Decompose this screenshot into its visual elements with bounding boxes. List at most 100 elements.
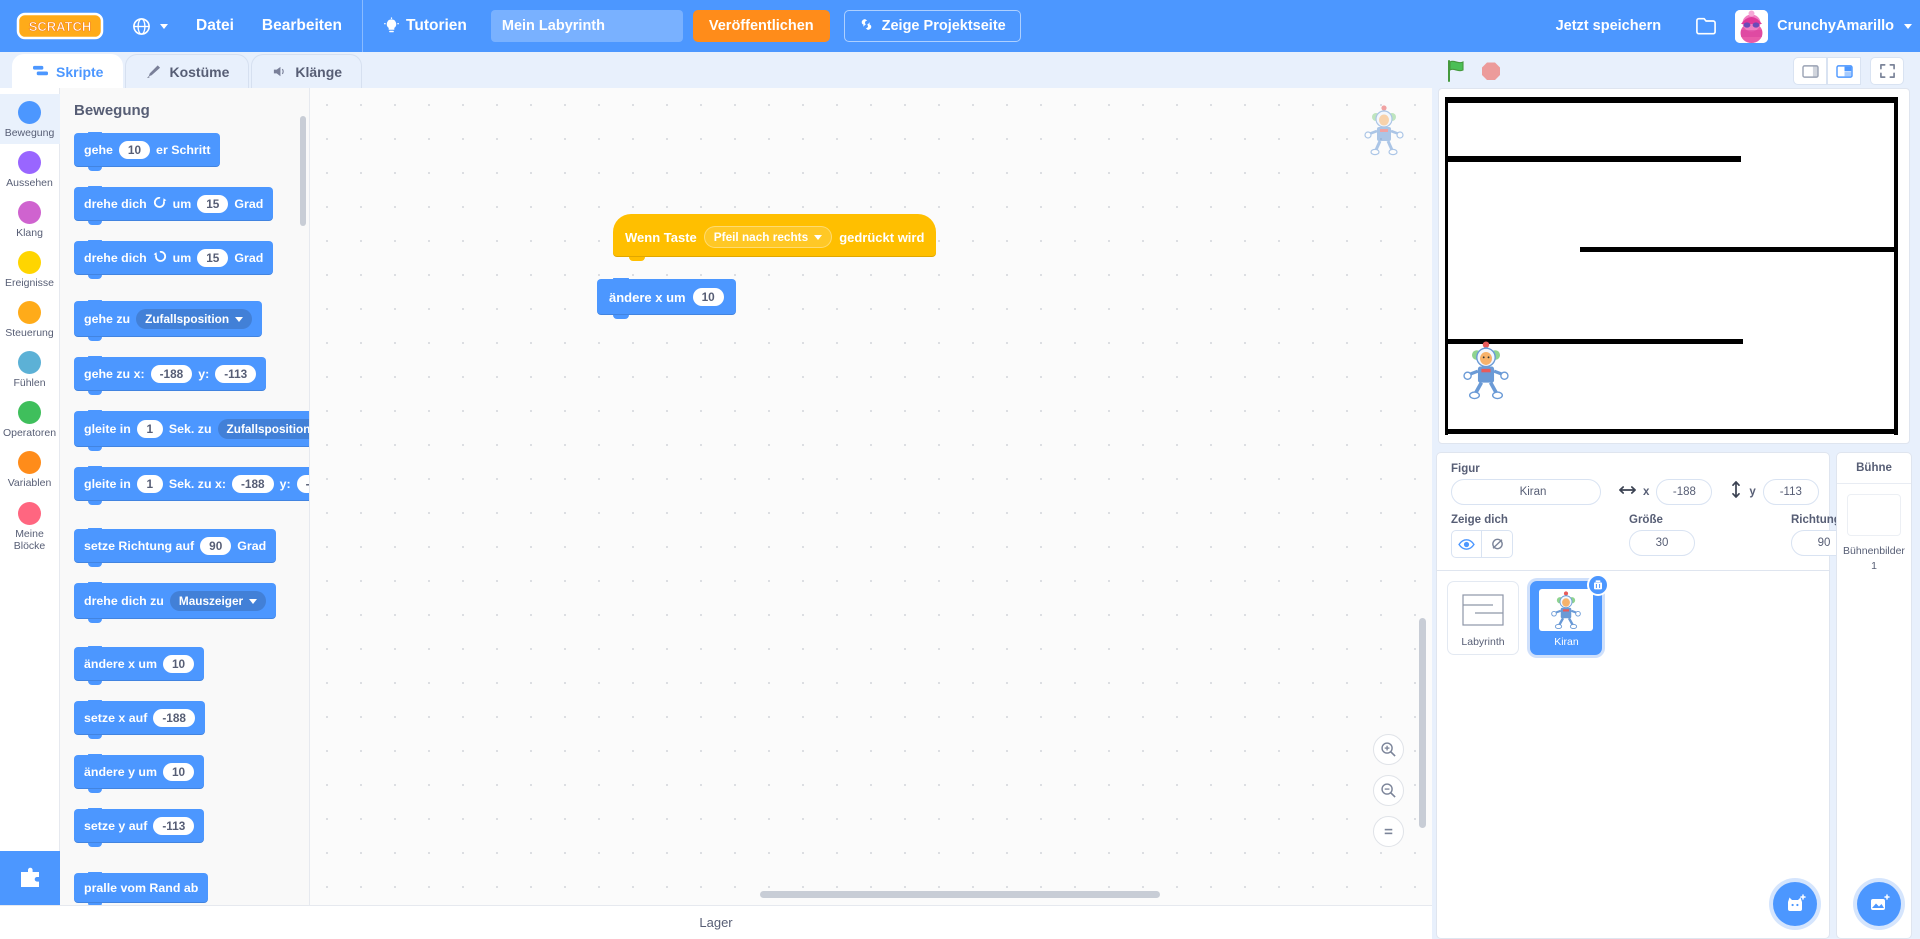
- palette-block-point-towards[interactable]: drehe dich zu Mauszeiger: [74, 582, 277, 623]
- add-sprite-button[interactable]: [1773, 882, 1817, 926]
- zoom-in-button[interactable]: [1373, 734, 1404, 765]
- category-operatoren[interactable]: Operatoren: [0, 394, 60, 444]
- category-fuehlen[interactable]: Fühlen: [0, 344, 60, 394]
- turn-right-icon: [153, 196, 167, 211]
- hide-sprite-button[interactable]: [1482, 530, 1513, 558]
- category-steuerung[interactable]: Steuerung: [0, 294, 60, 344]
- project-page-button[interactable]: Zeige Projektseite: [843, 10, 1021, 42]
- block-input[interactable]: -188: [153, 709, 195, 727]
- sprite-item-labyrinth[interactable]: Labyrinth: [1447, 581, 1519, 655]
- palette-block-set-x[interactable]: setze x auf -188: [74, 700, 205, 739]
- block-input[interactable]: 15: [197, 249, 229, 267]
- palette-block-glidexy[interactable]: gleite in 1 Sek. zu x: -188 y: -113: [74, 466, 309, 505]
- palette-block-gotoxy[interactable]: gehe zu x: -188 y: -113: [74, 356, 267, 395]
- category-aussehen[interactable]: Aussehen: [0, 144, 60, 194]
- share-button[interactable]: Veröffentlichen: [692, 10, 830, 42]
- sprite-size-input[interactable]: [1629, 530, 1695, 556]
- zoom-out-button[interactable]: [1373, 775, 1404, 806]
- category-meine-bloecke[interactable]: Meine Blöcke: [0, 495, 60, 557]
- add-extension-button[interactable]: [0, 851, 60, 905]
- sprite-x-input[interactable]: [1656, 479, 1713, 505]
- block-palette[interactable]: Bewegung gehe 10 er Schritt drehe dich u…: [60, 88, 310, 905]
- delete-sprite-button[interactable]: [1587, 574, 1610, 596]
- large-stage-button[interactable]: [1827, 57, 1861, 85]
- category-variablen[interactable]: Variablen: [0, 444, 60, 494]
- stage-sprite-kiran[interactable]: [1462, 339, 1509, 401]
- stage-selector-panel[interactable]: Bühne Bühnenbilder 1: [1836, 452, 1912, 939]
- sprite-x-field: x: [1619, 479, 1713, 505]
- arrows-vertical-icon: [1730, 481, 1742, 503]
- block-dropdown[interactable]: Zufallsposition: [136, 309, 253, 329]
- scratch-logo[interactable]: SCRATCH: [16, 11, 104, 41]
- block-dropdown[interactable]: Mauszeiger: [169, 591, 267, 611]
- palette-block-glideto[interactable]: gleite in 1 Sek. zu Zufallsposition: [74, 410, 309, 451]
- palette-block-move[interactable]: gehe 10 er Schritt: [74, 132, 221, 171]
- avatar[interactable]: [1735, 9, 1769, 43]
- palette-scrollbar[interactable]: [300, 116, 306, 226]
- block-dropdown[interactable]: Zufallsposition: [217, 419, 309, 439]
- block-input[interactable]: 10: [692, 288, 724, 306]
- menu-bar: SCRATCH Datei Bearbeiten Tutorien Veröff…: [0, 0, 1920, 52]
- tab-kostueme[interactable]: Kostüme: [125, 54, 250, 88]
- block-input[interactable]: 10: [118, 141, 151, 159]
- block-input[interactable]: -188: [231, 475, 274, 493]
- category-ereignisse[interactable]: Ereignisse: [0, 244, 60, 294]
- palette-block-point-direction[interactable]: setze Richtung auf 90 Grad: [74, 528, 277, 567]
- block-dropdown-key[interactable]: Pfeil nach rechts: [703, 226, 833, 248]
- zoom-reset-button[interactable]: [1373, 816, 1404, 847]
- block-input[interactable]: 10: [163, 655, 195, 673]
- sprite-name-input[interactable]: [1451, 479, 1601, 505]
- block-input[interactable]: -113: [215, 365, 257, 383]
- category-bewegung[interactable]: Bewegung: [0, 94, 60, 145]
- user-menu[interactable]: CrunchyAmarillo: [1777, 18, 1912, 34]
- save-now-button[interactable]: Jetzt speichern: [1540, 0, 1678, 52]
- block-input[interactable]: 1: [136, 420, 163, 438]
- small-stage-button[interactable]: [1793, 57, 1827, 85]
- menu-tutorials[interactable]: Tutorien: [369, 0, 481, 52]
- block-text: pralle vom Rand ab: [84, 881, 199, 895]
- palette-block-set-y[interactable]: setze y auf -113: [74, 808, 205, 847]
- category-klang[interactable]: Klang: [0, 194, 60, 244]
- block-input[interactable]: 1: [136, 475, 163, 493]
- palette-block-change-y[interactable]: ändere y um 10: [74, 754, 205, 793]
- palette-block-bounce[interactable]: pralle vom Rand ab: [74, 872, 209, 905]
- fullscreen-button[interactable]: [1870, 57, 1904, 85]
- script-block-when-key-pressed[interactable]: Wenn Taste Pfeil nach rechts gedrückt wi…: [613, 214, 937, 261]
- sprite-y-input[interactable]: [1762, 479, 1819, 505]
- canvas-horizontal-scrollbar[interactable]: [310, 891, 1432, 899]
- show-sprite-button[interactable]: [1451, 530, 1482, 558]
- stop-button[interactable]: [1478, 58, 1504, 84]
- backpack-bar[interactable]: Lager: [0, 905, 1432, 939]
- language-selector[interactable]: [118, 0, 182, 52]
- sprite-item-kiran[interactable]: Kiran: [1530, 574, 1610, 655]
- add-backdrop-button[interactable]: [1857, 882, 1901, 926]
- folder-icon[interactable]: [1695, 16, 1717, 36]
- script-block-change-x[interactable]: ändere x um 10: [597, 278, 736, 319]
- sprite-area: Figur x: [1436, 452, 1912, 939]
- block-input[interactable]: -188: [150, 365, 193, 383]
- tab-klaenge[interactable]: Klänge: [251, 54, 363, 88]
- stage-canvas[interactable]: [1438, 88, 1910, 444]
- block-input[interactable]: 15: [197, 195, 229, 213]
- category-color-dot: [18, 301, 41, 325]
- stage-backdrop-thumbnail[interactable]: [1847, 494, 1901, 536]
- tab-skripte[interactable]: Skripte: [12, 54, 124, 88]
- palette-block-goto[interactable]: gehe zu Zufallsposition: [74, 300, 263, 341]
- zoom-reset-icon: [1384, 828, 1393, 835]
- sprite-info-row-2: Zeige dich Größe 30 Richtung 90: [1451, 514, 1857, 558]
- block-input[interactable]: -113: [153, 817, 195, 835]
- block-input[interactable]: -113: [296, 475, 309, 493]
- menu-file[interactable]: Datei: [182, 0, 248, 52]
- script-canvas[interactable]: Wenn Taste Pfeil nach rechts gedrückt wi…: [310, 88, 1432, 905]
- kiran-thumb-icon: [1539, 589, 1594, 631]
- green-flag-button[interactable]: [1444, 58, 1470, 84]
- extension-icon: [21, 867, 39, 887]
- menu-edit[interactable]: Bearbeiten: [248, 0, 356, 52]
- block-input[interactable]: 90: [200, 537, 232, 555]
- palette-block-change-x[interactable]: ändere x um 10: [74, 646, 205, 685]
- palette-block-turn-right[interactable]: drehe dich um 15 Grad: [74, 186, 274, 225]
- canvas-vertical-scrollbar[interactable]: [1419, 128, 1426, 848]
- palette-block-turn-left[interactable]: drehe dich um 15 Grad: [74, 240, 274, 279]
- block-input[interactable]: 10: [163, 763, 195, 781]
- project-title-input[interactable]: [490, 10, 683, 42]
